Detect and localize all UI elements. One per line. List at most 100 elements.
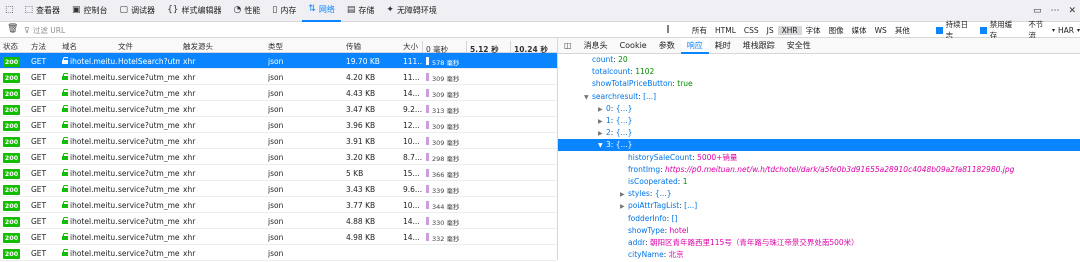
tab-performance[interactable]: ◔ 性能: [228, 0, 267, 22]
tab-storage[interactable]: ▤ 存储: [341, 0, 381, 22]
cell-type: json: [268, 233, 284, 242]
filter-type-6[interactable]: 图像: [825, 25, 848, 36]
close-icon[interactable]: ✕: [1068, 6, 1076, 16]
cell-method: GET: [31, 233, 47, 242]
col-cause[interactable]: 触发源头: [183, 41, 213, 52]
cell-file: service?utm_med...: [118, 73, 180, 82]
request-row[interactable]: 200 GET ihotel.meitu...service?utm_med...x…: [0, 133, 557, 149]
json-value: [...]: [643, 91, 657, 101]
request-row[interactable]: 200 GET ihotel.meitu...service?utm_med...x…: [0, 117, 557, 133]
cell-method: GET: [31, 105, 47, 114]
cell-type: json: [268, 153, 284, 162]
filter-url-input[interactable]: ⊽ 过滤 URL: [24, 24, 224, 36]
status-badge: 200: [3, 73, 20, 83]
collapse-arrow-icon[interactable]: ▶: [620, 201, 626, 214]
lock-icon: [62, 249, 68, 256]
filter-type-3[interactable]: JS: [763, 26, 778, 35]
detail-tab-1[interactable]: Cookie: [614, 38, 653, 54]
close-panel-icon[interactable]: ◫: [558, 41, 578, 50]
request-row[interactable]: 200 GET ihotel.meitu...service?utm_med...x…: [0, 181, 557, 197]
col-file[interactable]: 文件: [118, 41, 133, 52]
filter-type-0[interactable]: 所有: [688, 25, 711, 36]
waterfall-bar: [426, 137, 429, 145]
detail-tab-5[interactable]: 堆栈跟踪: [737, 38, 781, 54]
filter-type-1[interactable]: HTML: [711, 26, 740, 35]
request-row[interactable]: 200 GET ihotel.meitu...service?utm_med...x…: [0, 85, 557, 101]
tab-label: 查看器: [36, 6, 61, 15]
filter-type-7[interactable]: 媒体: [848, 25, 871, 36]
storage-icon: ▤: [346, 5, 356, 15]
detail-tab-2[interactable]: 参数: [653, 38, 681, 54]
pause-icon[interactable]: ‖: [666, 24, 670, 33]
json-value: https://p0.meituan.net/w.h/tdchotel/dark…: [665, 164, 1015, 174]
status-badge: 200: [3, 57, 20, 67]
cell-domain: ihotel.meitu...: [70, 169, 118, 178]
col-status[interactable]: 状态: [3, 41, 18, 52]
request-row[interactable]: 200 GET ihotel.meitu...service?utm_med...x…: [0, 165, 557, 181]
tab-accessibility[interactable]: ✦ 无障碍环境: [380, 0, 443, 22]
clear-log-icon[interactable]: 🗑: [7, 24, 18, 34]
expand-arrow-icon[interactable]: ▼: [598, 140, 604, 153]
detail-tab-0[interactable]: 消息头: [578, 38, 614, 54]
request-row[interactable]: 200 GET ihotel.meitu...HotelSearch?utm...x…: [0, 53, 557, 69]
request-row[interactable]: 200 GET ihotel.meitu...service?utm_med...x…: [0, 149, 557, 165]
tab-style-editor[interactable]: {} 样式编辑器: [161, 0, 227, 22]
pick-element-button[interactable]: ⬚: [0, 0, 19, 22]
tab-debugger[interactable]: ▢ 调试器: [114, 0, 162, 22]
tab-label: 性能: [244, 6, 261, 15]
cell-domain: ihotel.meitu...: [70, 89, 118, 98]
request-row[interactable]: 200 GET ihotel.meitu...service?utm_med...x…: [0, 101, 557, 117]
cell-transferred: 4.20 KB: [346, 73, 376, 82]
detail-tab-4[interactable]: 耗时: [709, 38, 737, 54]
filter-type-5[interactable]: 字体: [802, 25, 825, 36]
col-type[interactable]: 类型: [268, 41, 283, 52]
waterfall-bar: [426, 121, 429, 129]
filter-type-9[interactable]: 其他: [891, 25, 914, 36]
timing-label: 578 毫秒: [432, 59, 460, 67]
col-method[interactable]: 方法: [31, 41, 46, 52]
cell-size: 8.7...: [403, 153, 423, 162]
status-badge: 200: [3, 201, 20, 211]
request-row[interactable]: 200 GET ihotel.meitu...service?utm_med...x…: [0, 69, 557, 85]
disable-cache-checkbox[interactable]: [980, 26, 987, 34]
cell-transferred: 3.20 KB: [346, 153, 376, 162]
request-detail-tabs: ◫ 消息头 Cookie 参数 响应 耗时 堆栈跟踪 安全性: [558, 37, 1080, 54]
cell-domain: ihotel.meitu...: [70, 185, 118, 194]
detail-tab-6[interactable]: 安全性: [781, 38, 817, 54]
col-size[interactable]: 大小: [403, 41, 418, 52]
tab-network[interactable]: ⇅ 网络: [302, 0, 341, 22]
col-domain[interactable]: 域名: [62, 41, 77, 52]
col-transferred[interactable]: 传输: [346, 41, 361, 52]
lock-icon: [62, 169, 68, 176]
persist-logs-checkbox[interactable]: [936, 26, 943, 34]
cell-cause: xhr: [183, 201, 196, 210]
tab-console[interactable]: ▣ 控制台: [66, 0, 114, 22]
json-tree-node: showType: hotel: [628, 225, 689, 235]
cell-type: json: [268, 249, 284, 258]
filter-type-2[interactable]: CSS: [740, 26, 763, 35]
waterfall-bar: [426, 153, 429, 161]
json-key: historySaleCount: [628, 152, 693, 162]
more-options-icon[interactable]: ⋯: [1050, 6, 1059, 16]
json-tree-node: showTotalPriceButton: true: [592, 79, 693, 89]
cell-cause: xhr: [183, 73, 196, 82]
detail-tab-3[interactable]: 响应: [680, 37, 709, 54]
response-json-tree: count: 20 totalcount: 1102 showTotalPriceB…: [558, 54, 1080, 260]
request-row[interactable]: 200 GET ihotel.meitu...service?utm_med...x…: [0, 213, 557, 229]
cell-transferred: 4.43 KB: [346, 89, 376, 98]
expand-arrow-icon[interactable]: ▼: [584, 92, 590, 105]
cell-method: GET: [31, 249, 47, 258]
filter-icon: ⊽: [24, 25, 30, 35]
request-row[interactable]: 200 GET ihotel.meitu...service?utm_med...x…: [0, 197, 557, 213]
filter-type-4[interactable]: XHR: [777, 25, 802, 35]
request-row[interactable]: 200 GET ihotel.meitu...service?utm_med...x…: [0, 245, 557, 261]
tab-label: 控制台: [83, 6, 108, 15]
tab-inspector[interactable]: ⬚ 查看器: [19, 0, 67, 22]
dock-icon[interactable]: ▭: [1033, 6, 1042, 16]
filter-type-8[interactable]: WS: [871, 26, 891, 35]
request-row[interactable]: 200 GET ihotel.meitu...service?utm_med...x…: [0, 229, 557, 245]
har-menu[interactable]: HAR: [1058, 26, 1074, 35]
request-table-header: 状态 方法 域名 文件 触发源头 类型 传输 大小 0 毫秒 5.12 秒 10…: [0, 38, 557, 56]
tab-memory[interactable]: ▯ 内存: [266, 0, 302, 22]
cell-transferred: 4.88 KB: [346, 217, 376, 226]
